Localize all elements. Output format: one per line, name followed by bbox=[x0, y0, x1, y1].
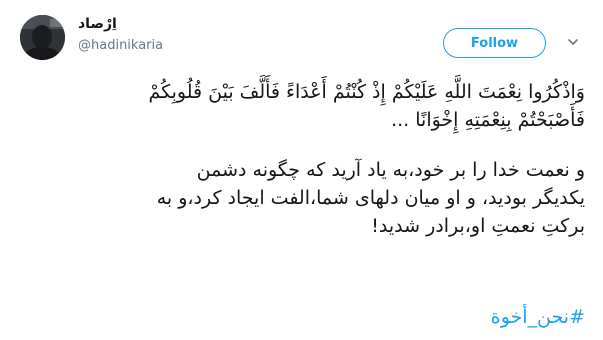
avatar[interactable] bbox=[20, 15, 65, 60]
tweet-header: اِرْصاد @hadinikaria Follow bbox=[0, 0, 603, 70]
tweet-body: وَاذْكُرُوا نِعْمَتَ اللَّهِ عَلَيْكُمْ … bbox=[15, 78, 585, 240]
hashtag-link[interactable]: #نحن_أخوة bbox=[491, 306, 585, 328]
avatar-image bbox=[20, 15, 65, 60]
author-display-name[interactable]: اِرْصاد bbox=[78, 16, 117, 32]
follow-button[interactable]: Follow bbox=[443, 28, 546, 58]
chevron-down-icon[interactable] bbox=[566, 35, 580, 49]
author-handle[interactable]: @hadinikaria bbox=[78, 38, 163, 53]
tweet-translation: و نعمت خدا را بر خود،به یاد آرید که چگون… bbox=[156, 159, 585, 237]
tweet-verse: وَاذْكُرُوا نِعْمَتَ اللَّهِ عَلَيْكُمْ … bbox=[148, 81, 585, 131]
